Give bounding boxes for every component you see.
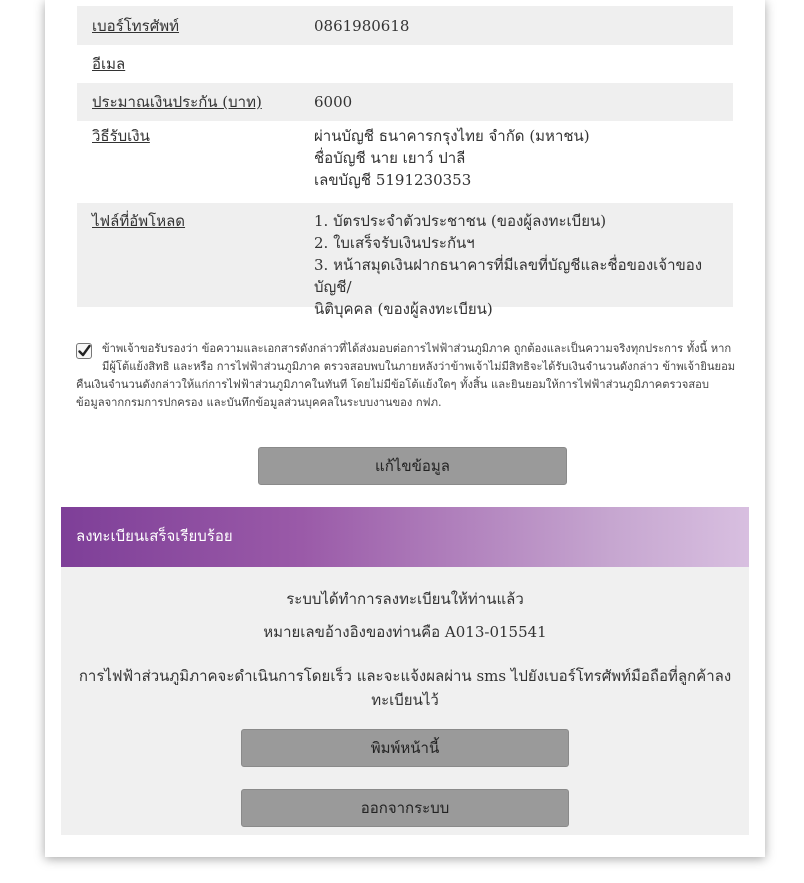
- logout-button[interactable]: ออกจากระบบ: [241, 789, 569, 827]
- consent-text: ข้าพเจ้าขอรับรองว่า ข้อความและเอกสารดังก…: [76, 342, 736, 409]
- uploads-label: ไฟล์ที่อัพโหลด: [92, 212, 186, 230]
- checkmark-icon: [78, 344, 91, 357]
- upload-item: 2. ใบเสร็จรับเงินประกันฯ: [314, 234, 475, 252]
- sms-notice: การไฟฟ้าส่วนภูมิภาคจะดำเนินการโดยเร็ว แล…: [78, 667, 732, 709]
- print-page-button[interactable]: พิมพ์หน้านี้: [241, 729, 569, 767]
- upload-item: นิติบุคคล (ของผู้ลงทะเบียน): [314, 300, 493, 318]
- phone-value: 0861980618: [314, 16, 410, 35]
- edit-info-button[interactable]: แก้ไขข้อมูล: [258, 447, 567, 485]
- payment-bank: ผ่านบัญชี ธนาคารกรุงไทย จำกัด (มหาชน): [314, 127, 590, 145]
- success-panel: ลงทะเบียนเสร็จเรียบร้อย ระบบได้ทำการลงทะ…: [61, 507, 749, 835]
- detail-row-phone: เบอร์โทรศัพท์ 0861980618: [77, 6, 733, 45]
- detail-row-deposit: ประมาณเงินประกัน (บาท) 6000: [77, 83, 733, 121]
- phone-label: เบอร์โทรศัพท์: [92, 16, 180, 35]
- details-table: เบอร์โทรศัพท์ 0861980618 อีเมล ประมาณเงิ…: [77, 6, 733, 318]
- detail-row-uploads: ไฟล์ที่อัพโหลด 1. บัตรประจำตัวประชาชน (ข…: [77, 203, 733, 318]
- payment-account-name: ชื่อบัญชี นาย เยาว์ ปาลี: [314, 149, 466, 167]
- email-label: อีเมล: [92, 55, 126, 73]
- payment-method-label: วิธีรับเงิน: [92, 127, 150, 145]
- detail-row-email: อีเมล: [77, 45, 733, 83]
- payment-account-number: เลขบัญชี 5191230353: [314, 171, 472, 189]
- deposit-value: 6000: [314, 93, 353, 111]
- upload-item: 1. บัตรประจำตัวประชาชน (ของผู้ลงทะเบียน): [314, 212, 607, 230]
- success-message: ระบบได้ทำการลงทะเบียนให้ท่านแล้ว: [286, 590, 524, 608]
- success-header: ลงทะเบียนเสร็จเรียบร้อย: [61, 507, 749, 567]
- deposit-label: ประมาณเงินประกัน (บาท): [92, 93, 262, 111]
- consent-checkbox[interactable]: [76, 343, 92, 359]
- reference-number: หมายเลขอ้างอิงของท่านคือ A013-015541: [263, 623, 547, 641]
- registration-card: เบอร์โทรศัพท์ 0861980618 อีเมล ประมาณเงิ…: [45, 0, 765, 857]
- detail-row-payment-method: วิธีรับเงิน ผ่านบัญชี ธนาคารกรุงไทย จำกั…: [77, 121, 733, 203]
- upload-item: 3. หน้าสมุดเงินฝากธนาคารที่มีเลขที่บัญชี…: [314, 256, 703, 296]
- consent-section: ข้าพเจ้าขอรับรองว่า ข้อความและเอกสารดังก…: [76, 340, 736, 412]
